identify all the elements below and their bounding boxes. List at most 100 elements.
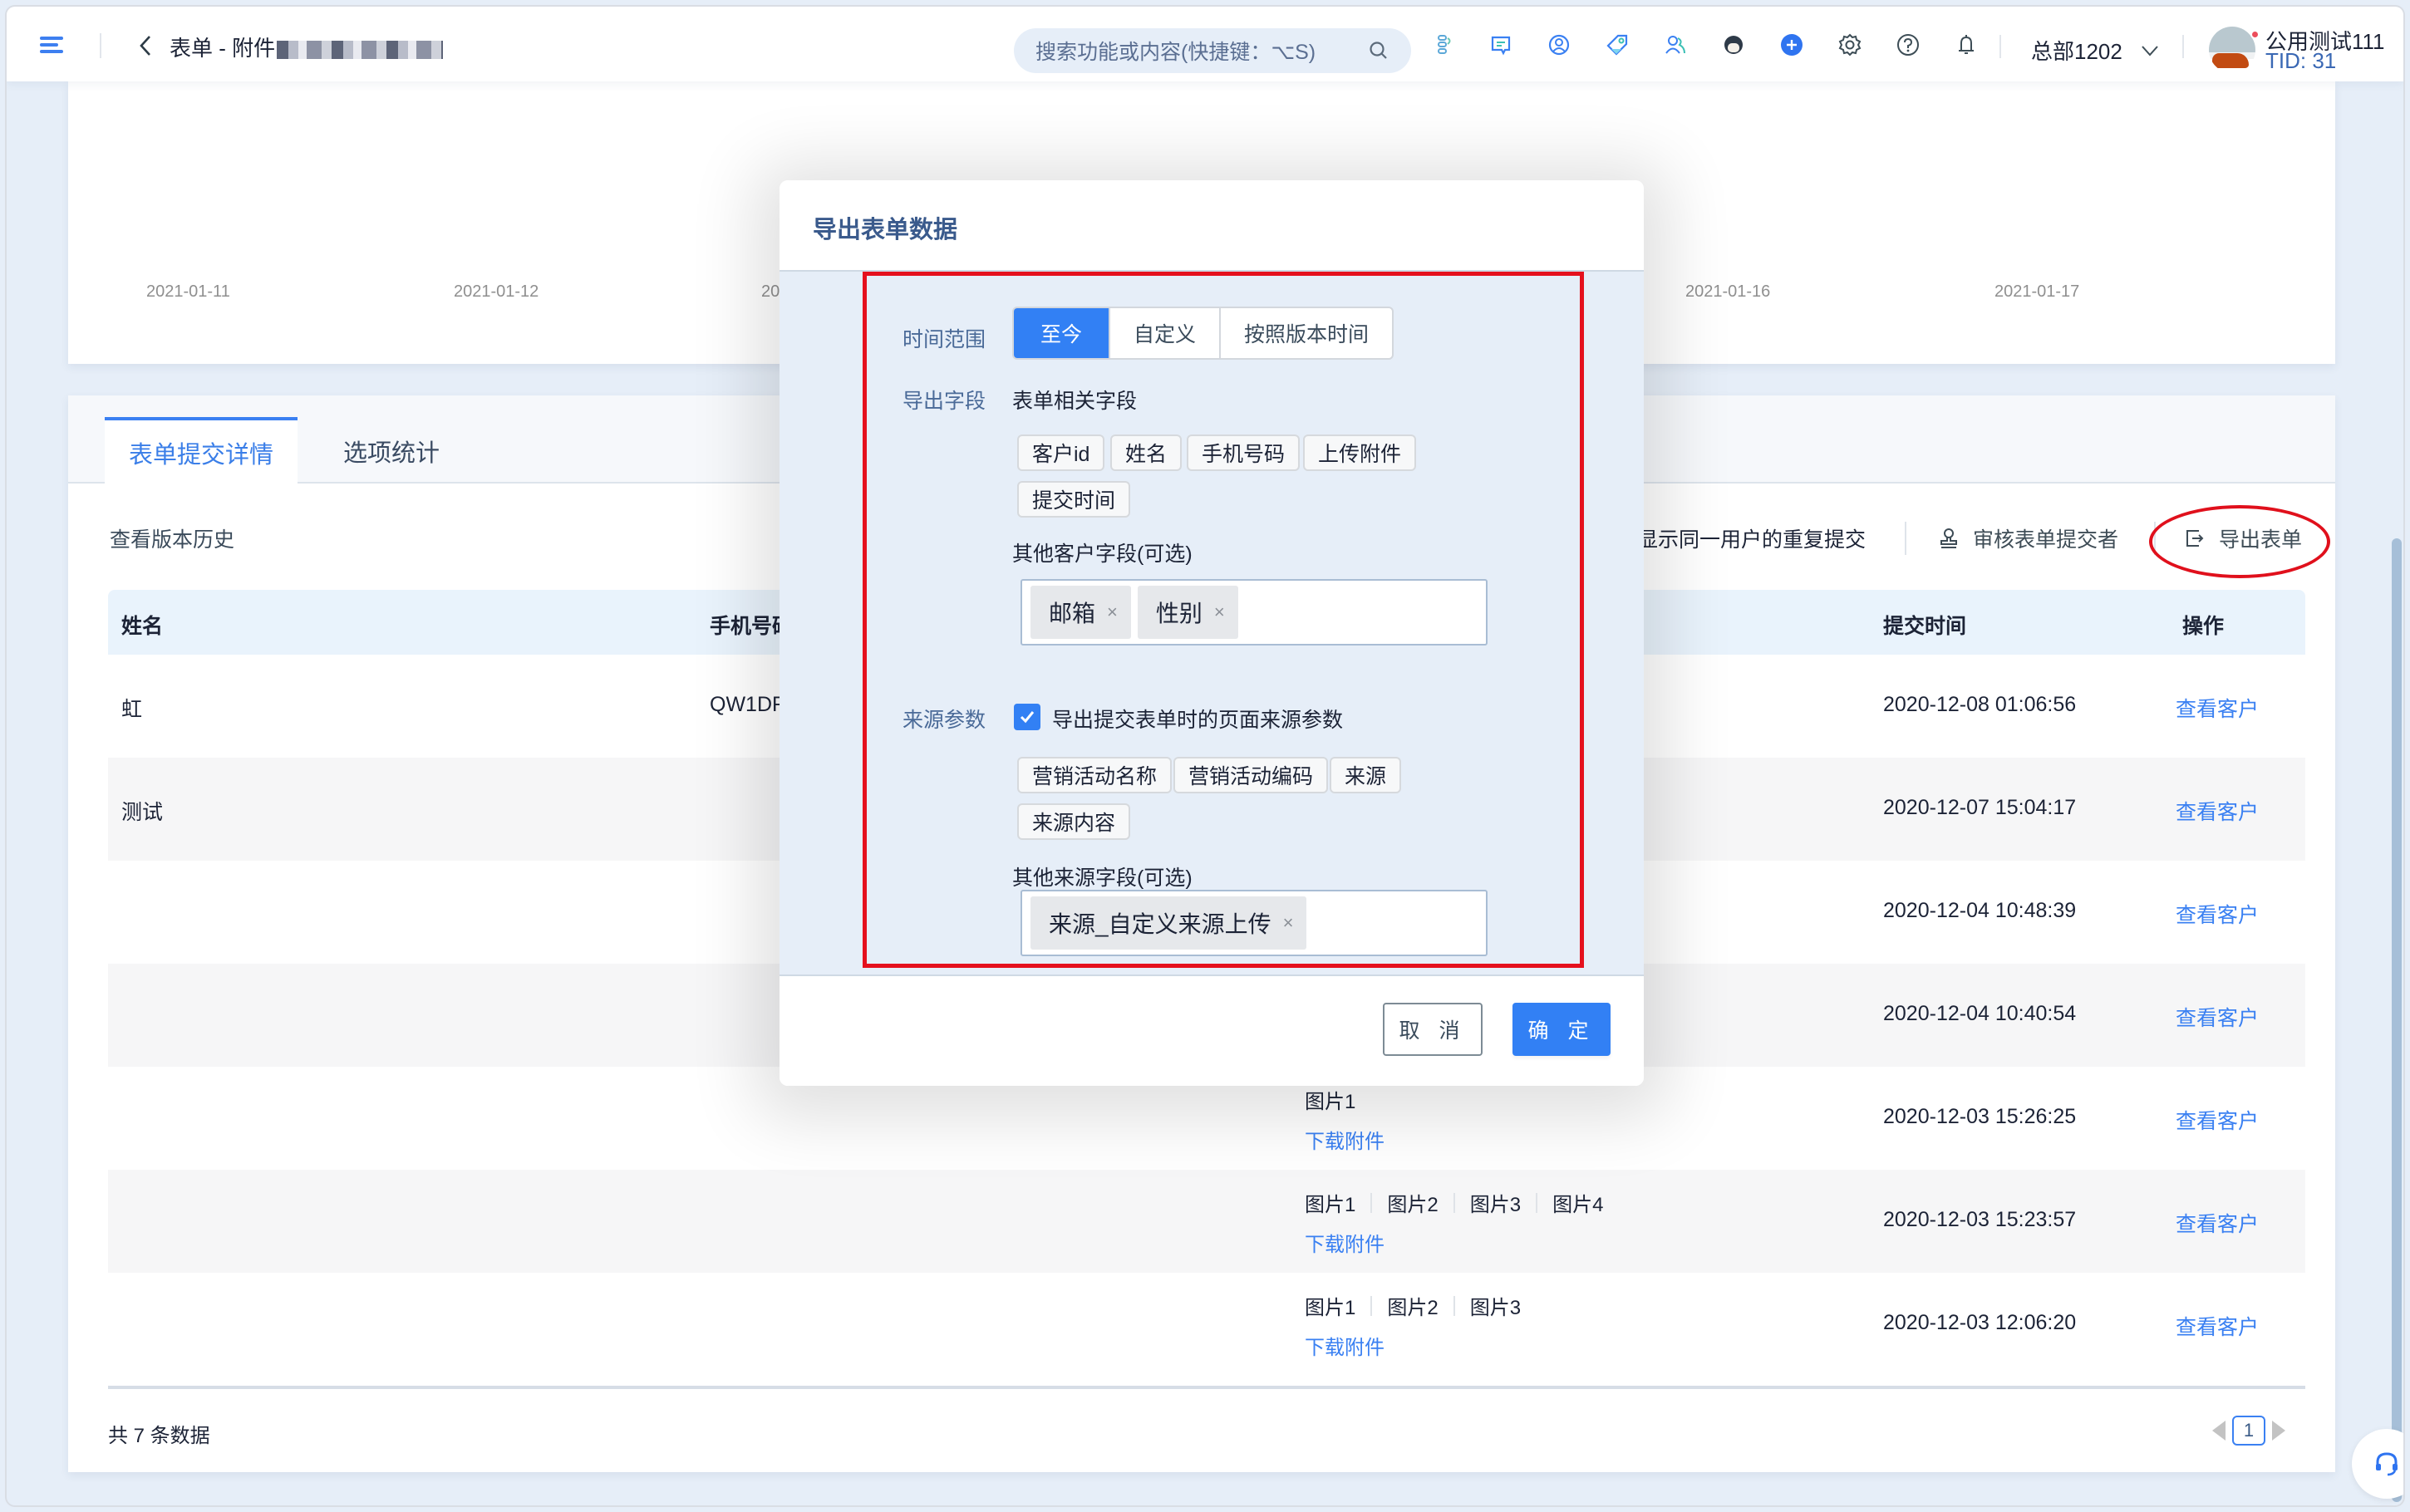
bell-icon[interactable]	[1953, 32, 1980, 58]
header-divider	[2182, 35, 2184, 58]
prev-page-button[interactable]	[2212, 1421, 2226, 1441]
time-range-option-custom[interactable]: 自定义	[1109, 308, 1219, 358]
cell-submit-time: 2020-12-08 01:06:56	[1883, 693, 2077, 716]
selected-tag: 来源_自定义来源上传 ×	[1030, 896, 1307, 950]
flow-icon[interactable]	[1429, 32, 1456, 58]
confirm-button[interactable]: 确 定	[1512, 1003, 1611, 1056]
attachment-link[interactable]: 图片2	[1387, 1291, 1438, 1320]
back-icon[interactable]	[136, 33, 156, 58]
redacted-text	[277, 41, 444, 60]
view-customer-link[interactable]: 查看客户	[2176, 1002, 2259, 1032]
tag-icon[interactable]	[1604, 32, 1630, 58]
export-source-params-checkbox[interactable]	[1014, 704, 1040, 730]
remove-tag-icon[interactable]: ×	[1283, 912, 1294, 934]
tab-submission-details[interactable]: 表单提交详情	[105, 417, 298, 485]
view-customer-link[interactable]: 查看客户	[2176, 899, 2259, 929]
source-field-chip: 营销活动编码	[1173, 757, 1329, 793]
next-page-button[interactable]	[2272, 1421, 2285, 1441]
check-icon	[1020, 711, 1035, 724]
search-icon[interactable]	[1368, 40, 1389, 61]
page-title-text: 表单 - 附件	[170, 36, 276, 61]
tab-option-stats[interactable]: 选项统计	[329, 417, 454, 485]
attachment-link[interactable]: 图片4	[1552, 1188, 1603, 1217]
remove-tag-icon[interactable]: ×	[1107, 601, 1118, 623]
page-scrollbar[interactable]	[2392, 538, 2402, 1502]
org-selector[interactable]: 总部1202	[2031, 35, 2159, 66]
global-search-input[interactable]: 搜索功能或内容(快捷键：⌥S)	[1014, 28, 1411, 73]
attachment-link[interactable]: 图片2	[1387, 1188, 1438, 1217]
column-header-actions: 操作	[2182, 615, 2225, 638]
fox-icon	[2212, 53, 2249, 68]
toolbar-divider	[2154, 522, 2156, 555]
export-form-label: 导出表单	[2219, 528, 2303, 552]
attachment-separator	[1453, 1192, 1455, 1213]
export-form-button[interactable]: 导出表单	[2184, 523, 2302, 553]
view-customer-link[interactable]: 查看客户	[2176, 796, 2259, 826]
user-circle-icon[interactable]	[1546, 32, 1572, 58]
attachment-link[interactable]: 图片3	[1470, 1291, 1521, 1320]
user-avatar[interactable]	[2209, 27, 2255, 73]
download-attachments-link[interactable]: 下载附件	[1305, 1331, 1385, 1360]
notification-dot	[2250, 30, 2260, 39]
download-attachments-link[interactable]: 下载附件	[1305, 1125, 1385, 1154]
download-attachments-link[interactable]: 下载附件	[1305, 1228, 1385, 1257]
review-submitters-label: 审核表单提交者	[1973, 528, 2119, 552]
attachment-link[interactable]: 图片3	[1470, 1188, 1521, 1217]
x-tick-label: 2021-01-16	[1685, 282, 1771, 301]
cell-phone: QW1DR	[710, 693, 788, 716]
attachment-separator	[1370, 1192, 1373, 1213]
cancel-button[interactable]: 取 消	[1383, 1003, 1483, 1056]
robot-avatar-icon[interactable]	[1720, 32, 1747, 58]
page-title: 表单 - 附件	[170, 32, 444, 62]
search-placeholder: 搜索功能或内容(快捷键：⌥S)	[1035, 41, 1316, 64]
show-duplicates-toggle[interactable]: 显示同一用户的重复提交	[1637, 523, 1866, 553]
users-icon[interactable]	[1662, 32, 1689, 58]
menu-icon[interactable]	[40, 37, 63, 53]
help-icon[interactable]	[1895, 32, 1921, 58]
time-range-option-until-now[interactable]: 至今	[1014, 308, 1109, 358]
export-fields-label: 导出字段	[903, 390, 986, 413]
customer-support-button[interactable]	[2352, 1429, 2403, 1499]
settings-icon[interactable]	[1837, 32, 1863, 58]
other-source-fields-select[interactable]: 来源_自定义来源上传 ×	[1021, 890, 1488, 956]
show-duplicates-label: 显示同一用户的重复提交	[1637, 528, 1867, 552]
review-submitters-button[interactable]: 审核表单提交者	[1938, 523, 2118, 553]
time-range-option-by-version[interactable]: 按照版本时间	[1219, 308, 1392, 358]
cell-submit-time: 2020-12-04 10:40:54	[1883, 1002, 2077, 1025]
other-customer-fields-select[interactable]: 邮箱 × 性别 ×	[1021, 579, 1488, 646]
tag-label: 来源_自定义来源上传	[1049, 911, 1271, 937]
attachment-separator	[1453, 1295, 1455, 1316]
x-tick-label: 20	[761, 282, 780, 301]
remove-tag-icon[interactable]: ×	[1214, 601, 1225, 623]
cell-name: 测试	[121, 801, 164, 824]
message-icon[interactable]	[1488, 32, 1514, 58]
form-field-chip: 姓名	[1110, 434, 1183, 471]
dialog-body: 时间范围 至今 自定义 按照版本时间 导出字段 表单相关字段 客户id 姓名 手…	[780, 270, 1644, 976]
page-number[interactable]: 1	[2232, 1416, 2265, 1446]
column-header-submit-time: 提交时间	[1883, 615, 1967, 638]
export-source-params-label: 导出提交表单时的页面来源参数	[1052, 709, 1344, 732]
headset-icon	[2376, 1452, 2398, 1476]
version-history-link[interactable]: 查看版本历史	[110, 523, 234, 553]
x-tick-label: 2021-01-12	[454, 282, 539, 301]
table-row: 图片1 图片2 图片3 下载附件 2020-12-03 12:06:20 查看客户	[108, 1273, 2305, 1376]
form-fields-title: 表单相关字段	[1012, 390, 1138, 413]
attachment-link[interactable]: 图片1	[1305, 1188, 1355, 1217]
source-params-label: 来源参数	[903, 709, 986, 732]
view-customer-link[interactable]: 查看客户	[2176, 1208, 2259, 1238]
attachment-list: 图片1 图片2 图片3 图片4	[1305, 1188, 1603, 1217]
x-tick-label: 2021-01-11	[146, 282, 230, 301]
add-icon[interactable]	[1778, 32, 1805, 58]
column-header-name: 姓名	[121, 615, 164, 638]
chevron-down-icon	[2142, 45, 2158, 56]
attachment-link[interactable]: 图片1	[1305, 1291, 1355, 1320]
view-customer-link[interactable]: 查看客户	[2176, 1311, 2259, 1341]
export-icon	[2186, 530, 2204, 547]
view-customer-link[interactable]: 查看客户	[2176, 693, 2259, 723]
source-field-chip: 营销活动名称	[1017, 757, 1173, 793]
view-customer-link[interactable]: 查看客户	[2176, 1105, 2259, 1135]
form-field-chip: 手机号码	[1187, 434, 1301, 471]
cell-submit-time: 2020-12-03 12:06:20	[1883, 1311, 2077, 1334]
attachment-link[interactable]: 图片1	[1305, 1085, 1355, 1114]
org-name: 总部1202	[2031, 39, 2122, 64]
